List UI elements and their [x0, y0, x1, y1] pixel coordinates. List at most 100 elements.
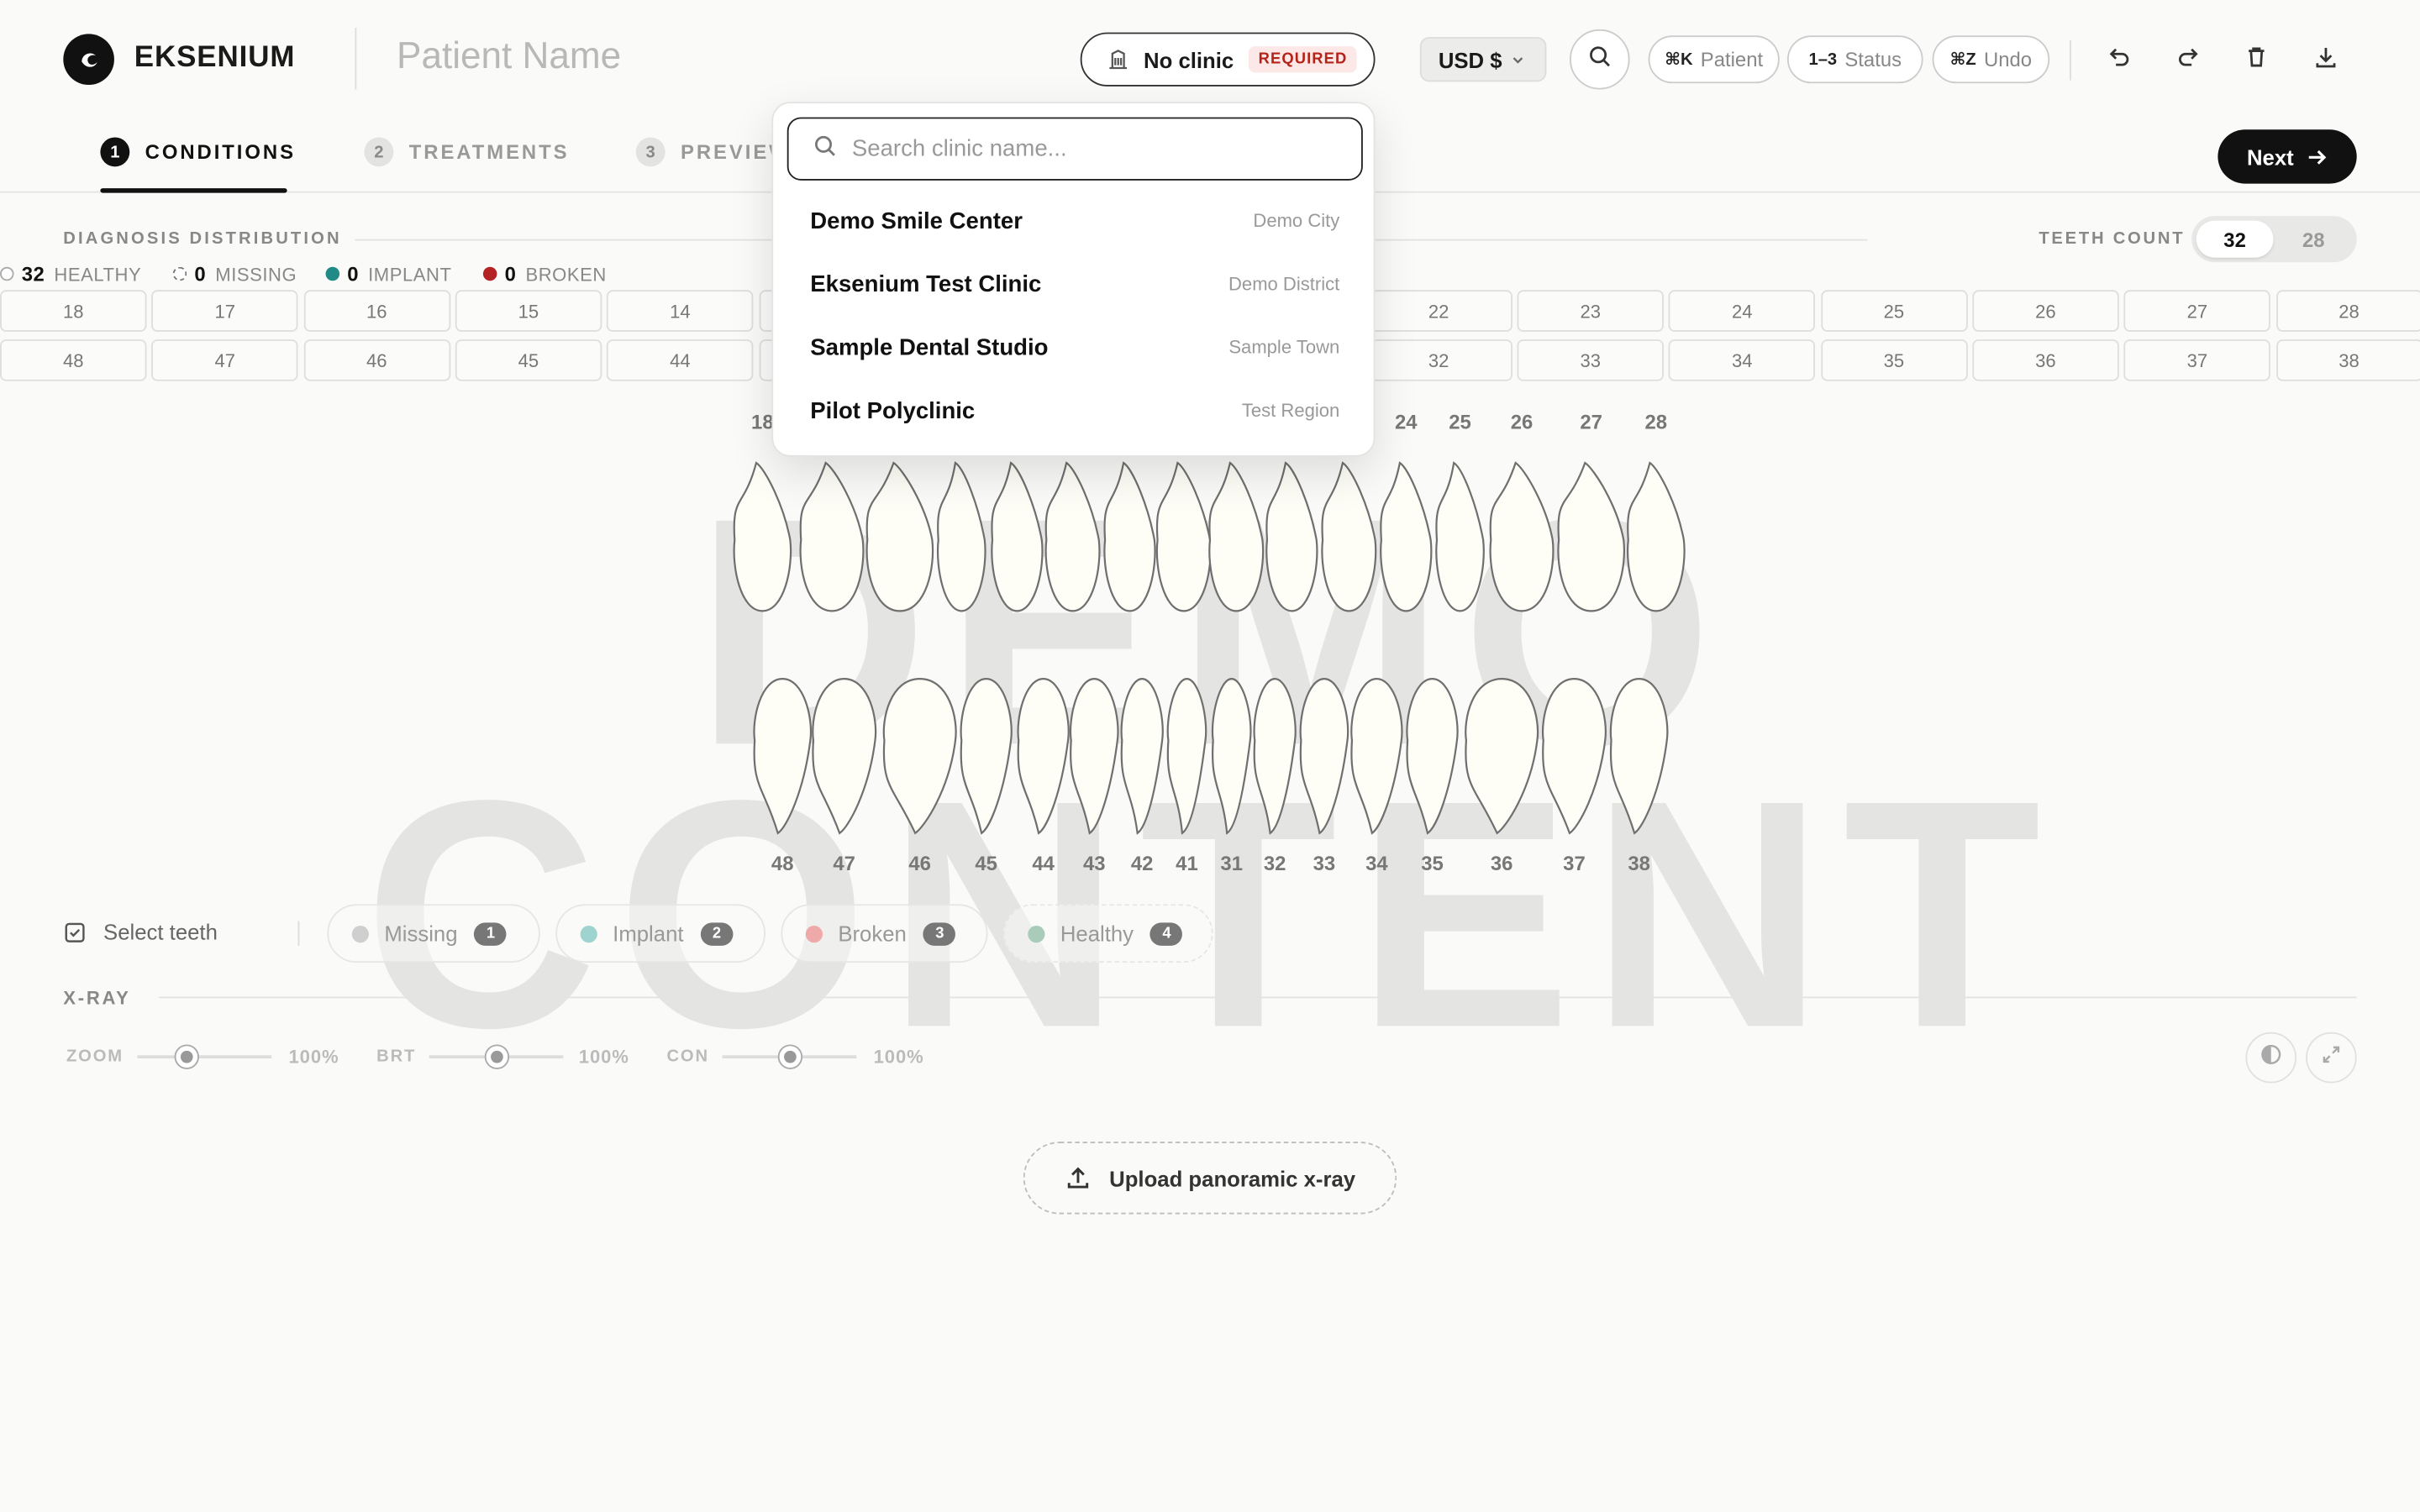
- tooth-47[interactable]: [812, 678, 877, 835]
- redo-button[interactable]: [2170, 42, 2207, 79]
- implant-dot-icon: [580, 925, 597, 942]
- tooth-cell-27[interactable]: 27: [2123, 290, 2271, 332]
- tooth-14[interactable]: [991, 461, 1044, 612]
- tooth-label-47: 47: [833, 851, 855, 875]
- clinic-option[interactable]: Demo Smile Center Demo City: [787, 192, 1363, 250]
- tooth-32[interactable]: [1253, 678, 1297, 835]
- tooth-cell-23[interactable]: 23: [1517, 290, 1665, 332]
- tab-label: CONDITIONS: [145, 140, 296, 164]
- tooth-22[interactable]: [1265, 461, 1318, 612]
- tooth-cell-26[interactable]: 26: [1972, 290, 2119, 332]
- tooth-35[interactable]: [1406, 678, 1459, 835]
- upload-xray-button[interactable]: Upload panoramic x-ray: [1023, 1142, 1397, 1215]
- tooth-28[interactable]: [1627, 461, 1686, 612]
- tooth-cell-37[interactable]: 37: [2123, 339, 2271, 381]
- tab-treatments[interactable]: 2 TREATMENTS: [364, 137, 569, 167]
- tooth-13[interactable]: [1044, 461, 1101, 612]
- zoom-slider-handle[interactable]: [174, 1044, 200, 1069]
- brightness-slider-handle[interactable]: [483, 1044, 509, 1069]
- tooth-42[interactable]: [1120, 678, 1164, 835]
- tooth-cell-48[interactable]: 48: [0, 339, 147, 381]
- tooth-cell-47[interactable]: 47: [151, 339, 299, 381]
- tooth-24[interactable]: [1380, 461, 1433, 612]
- tooth-11[interactable]: [1155, 461, 1212, 612]
- clinic-option[interactable]: Pilot Polyclinic Test Region: [787, 381, 1363, 440]
- clinic-option[interactable]: Eksenium Test Clinic Demo District: [787, 255, 1363, 313]
- fullscreen-button[interactable]: [2306, 1032, 2357, 1084]
- tooth-26[interactable]: [1489, 461, 1555, 612]
- tooth-37[interactable]: [1541, 678, 1607, 835]
- tooth-45[interactable]: [960, 678, 1013, 835]
- tooth-cell-25[interactable]: 25: [1820, 290, 1968, 332]
- tooth-cell-22[interactable]: 22: [1365, 290, 1512, 332]
- clinic-option[interactable]: Sample Dental Studio Sample Town: [787, 318, 1363, 376]
- tooth-23[interactable]: [1321, 461, 1377, 612]
- tooth-27[interactable]: [1557, 461, 1625, 612]
- next-button[interactable]: Next: [2217, 129, 2357, 184]
- broken-dot-icon: [805, 925, 823, 942]
- tooth-16[interactable]: [865, 461, 934, 612]
- tooth-cell-18[interactable]: 18: [0, 290, 147, 332]
- tooth-46[interactable]: [882, 678, 957, 835]
- teeth-count-toggle: 32 28: [2191, 216, 2357, 263]
- teeth-count-28[interactable]: 28: [2275, 221, 2352, 258]
- currency-select[interactable]: USD $: [1419, 37, 1547, 82]
- header-separator: [2070, 39, 2071, 81]
- shortcut-undo[interactable]: ⌘Z Undo: [1932, 35, 2050, 84]
- shortcut-patient[interactable]: ⌘K Patient: [1648, 35, 1780, 84]
- tooth-43[interactable]: [1069, 678, 1119, 835]
- upload-label: Upload panoramic x-ray: [1109, 1165, 1356, 1191]
- tooth-34[interactable]: [1350, 678, 1403, 835]
- search-button[interactable]: [1569, 29, 1630, 90]
- tooth-cell-15[interactable]: 15: [455, 290, 602, 332]
- tooth-cell-35[interactable]: 35: [1820, 339, 1968, 381]
- filter-missing[interactable]: Missing 1: [327, 904, 540, 963]
- download-button[interactable]: [2307, 42, 2344, 79]
- tooth-38[interactable]: [1609, 678, 1669, 835]
- tooth-cell-14[interactable]: 14: [607, 290, 754, 332]
- tooth-48[interactable]: [753, 678, 813, 835]
- tooth-36[interactable]: [1465, 678, 1539, 835]
- undo-button[interactable]: [2101, 42, 2138, 79]
- tooth-15[interactable]: [936, 461, 986, 612]
- trash-icon: [2244, 44, 2269, 76]
- select-teeth-toggle[interactable]: Select teeth: [63, 920, 218, 944]
- tab-conditions[interactable]: 1 CONDITIONS: [100, 137, 296, 167]
- tooth-cell-24[interactable]: 24: [1669, 290, 1816, 332]
- tooth-cell-32[interactable]: 32: [1365, 339, 1512, 381]
- tooth-cell-44[interactable]: 44: [607, 339, 754, 381]
- tooth-cell-36[interactable]: 36: [1972, 339, 2119, 381]
- patient-name-field[interactable]: Patient Name: [397, 35, 621, 78]
- tooth-cell-46[interactable]: 46: [303, 339, 450, 381]
- tooth-12[interactable]: [1103, 461, 1156, 612]
- legend-label: MISSING: [215, 263, 297, 285]
- tooth-44[interactable]: [1017, 678, 1070, 835]
- tooth-33[interactable]: [1299, 678, 1349, 835]
- tooth-cell-28[interactable]: 28: [2275, 290, 2420, 332]
- filter-broken[interactable]: Broken 3: [781, 904, 988, 963]
- shortcut-status[interactable]: 1–3 Status: [1786, 35, 1923, 84]
- tooth-18[interactable]: [733, 461, 792, 612]
- teeth-count-32[interactable]: 32: [2196, 220, 2274, 258]
- clinic-search-input[interactable]: [851, 135, 1315, 162]
- tooth-cell-16[interactable]: 16: [303, 290, 450, 332]
- filter-healthy[interactable]: Healthy 4: [1002, 904, 1213, 963]
- filter-label: Healthy: [1060, 921, 1134, 946]
- invert-button[interactable]: [2245, 1032, 2297, 1084]
- tooth-cell-34[interactable]: 34: [1669, 339, 1816, 381]
- tooth-cell-33[interactable]: 33: [1517, 339, 1665, 381]
- tooth-41[interactable]: [1166, 678, 1207, 835]
- tooth-25[interactable]: [1435, 461, 1485, 612]
- clinic-select-button[interactable]: No clinic REQUIRED: [1080, 32, 1376, 87]
- delete-button[interactable]: [2238, 42, 2275, 79]
- tooth-21[interactable]: [1208, 461, 1265, 612]
- contrast-slider-handle[interactable]: [776, 1044, 802, 1069]
- tooth-31[interactable]: [1211, 678, 1252, 835]
- tab-preview[interactable]: 3 PREVIEW: [635, 137, 791, 167]
- tooth-cell-45[interactable]: 45: [455, 339, 602, 381]
- tooth-cell-17[interactable]: 17: [151, 290, 299, 332]
- tooth-17[interactable]: [799, 461, 865, 612]
- zoom-slider-track[interactable]: [137, 1055, 272, 1059]
- tooth-cell-38[interactable]: 38: [2275, 339, 2420, 381]
- filter-implant[interactable]: Implant 2: [555, 904, 766, 963]
